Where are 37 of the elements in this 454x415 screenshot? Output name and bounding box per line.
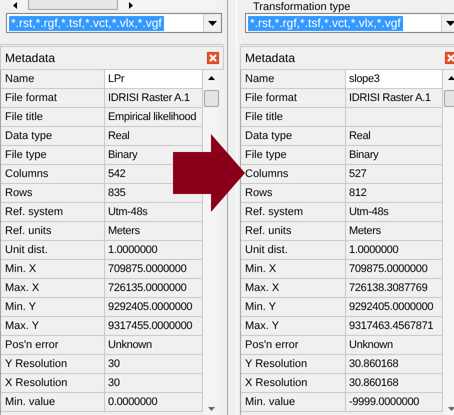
property-label: Unit dist. <box>241 241 346 260</box>
property-label: File format <box>241 89 346 108</box>
property-label: Max. Y <box>241 317 346 336</box>
property-label: Min. Y <box>241 298 346 317</box>
property-label: Max. Y <box>1 317 105 336</box>
property-label: Min. value <box>241 393 346 412</box>
property-label: Y Resolution <box>1 355 105 374</box>
property-label: Ref. system <box>1 203 105 222</box>
property-label: X Resolution <box>1 374 105 393</box>
property-label: Ref. units <box>1 222 105 241</box>
property-label: Pos'n error <box>241 336 346 355</box>
property-label: File title <box>1 108 105 127</box>
property-label: Columns <box>1 165 105 184</box>
property-value[interactable]: slope3 <box>346 70 443 89</box>
property-label: Min. X <box>241 260 346 279</box>
property-label: X Resolution <box>241 374 346 393</box>
property-label: Data type <box>241 127 346 146</box>
property-label: File format <box>1 89 105 108</box>
property-label: Max. X <box>241 279 346 298</box>
property-label: Data type <box>1 127 105 146</box>
property-label: Pos'n error <box>1 336 105 355</box>
property-label: Ref. system <box>241 203 346 222</box>
property-value[interactable]: LPr <box>105 70 203 89</box>
property-label: Rows <box>1 184 105 203</box>
property-label: Unit dist. <box>1 241 105 260</box>
property-label: Min. X <box>1 260 105 279</box>
property-label: Min. Y <box>1 298 105 317</box>
property-label: Y Resolution <box>241 355 346 374</box>
property-label: Rows <box>241 184 346 203</box>
property-label: Min. value <box>1 393 105 412</box>
property-label: File type <box>1 146 105 165</box>
panel-title: Metadata <box>5 51 56 65</box>
property-label: Max. X <box>1 279 105 298</box>
property-label: File title <box>241 108 346 127</box>
property-label: Ref. units <box>241 222 346 241</box>
property-label: File type <box>241 146 346 165</box>
panel-title: Metadata <box>245 51 296 65</box>
